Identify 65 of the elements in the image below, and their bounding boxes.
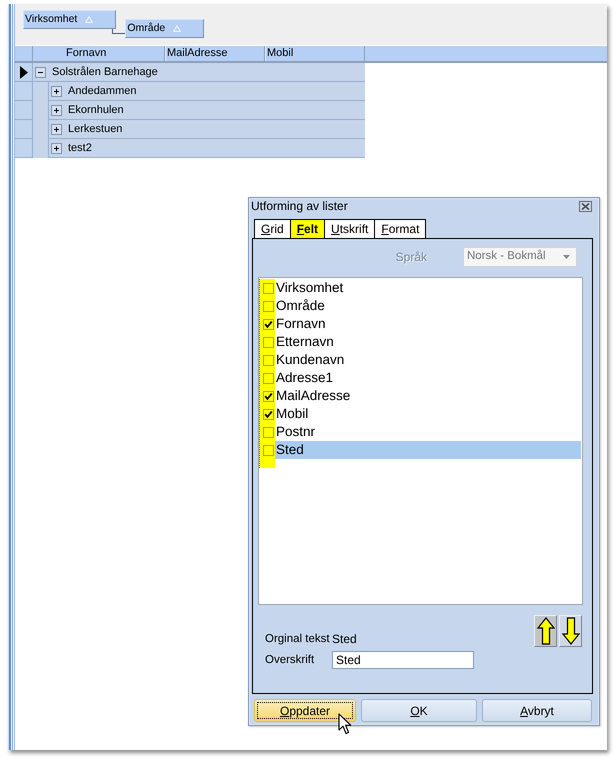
tab[interactable]: Utskrift: [324, 219, 376, 238]
tree-row[interactable]: Solstrålen Barnehage: [33, 63, 365, 82]
arrow-down-icon: [562, 617, 580, 645]
expand-icon[interactable]: [51, 86, 62, 96]
column-header[interactable]: Fornavn: [33, 46, 165, 61]
tree-row[interactable]: Lerkestuen: [49, 120, 365, 139]
dialog-button[interactable]: Avbryt: [482, 699, 592, 722]
tree-row[interactable]: Ekornhulen: [49, 101, 365, 120]
row-label: Andedammen: [68, 84, 136, 98]
checkbox[interactable]: [263, 300, 274, 312]
group-connector-line: [112, 29, 126, 34]
checkbox[interactable]: [263, 426, 274, 438]
checkbox[interactable]: [263, 336, 274, 348]
expand-icon[interactable]: [51, 104, 62, 116]
close-icon[interactable]: [579, 201, 592, 212]
tree-indent-cell: [33, 139, 49, 158]
tree-row[interactable]: Andedammen: [49, 82, 365, 101]
checkbox[interactable]: [263, 354, 274, 366]
sort-ascending-icon: [85, 16, 94, 23]
tab[interactable]: Grid: [254, 219, 291, 238]
arrow-up-icon: [536, 617, 554, 645]
field-label[interactable]: Adresse1: [275, 369, 581, 387]
heading-label: Overskrift: [265, 653, 316, 667]
column-header[interactable]: Mobil: [265, 46, 365, 61]
field-label[interactable]: Område: [275, 297, 581, 315]
tree-row[interactable]: test2: [49, 139, 365, 158]
field-label[interactable]: Mobil: [275, 405, 581, 423]
field-label[interactable]: Postnr: [275, 423, 581, 441]
row-label: Lerkestuen: [68, 122, 122, 136]
tab[interactable]: Felt: [290, 219, 326, 238]
move-up-button[interactable]: [534, 615, 557, 647]
group-by-chip[interactable]: Område: [125, 19, 204, 38]
original-text-label: Orginal tekst: [265, 632, 331, 646]
dialog-title: Utforming av lister: [251, 199, 348, 214]
field-label[interactable]: Kundenavn: [275, 351, 581, 369]
row-label: test2: [68, 141, 92, 155]
group-by-chip[interactable]: Virksomhet: [23, 10, 116, 29]
column-header[interactable]: MailAdresse: [165, 46, 265, 61]
sort-ascending-icon: [173, 25, 182, 32]
field-label[interactable]: MailAdresse: [275, 387, 581, 405]
checkbox[interactable]: [263, 318, 274, 330]
checkbox[interactable]: [263, 390, 274, 402]
field-label[interactable]: Etternavn: [275, 333, 581, 351]
dialog-button[interactable]: OK: [361, 699, 477, 722]
current-row-icon: [20, 66, 28, 78]
dialog-button[interactable]: Oppdater: [254, 699, 356, 722]
mouse-cursor-icon: [338, 713, 352, 735]
field-label[interactable]: Virksomhet: [275, 279, 581, 297]
row-label: Ekornhulen: [68, 103, 124, 117]
checkbox[interactable]: [263, 408, 274, 420]
heading-input[interactable]: Sted: [332, 651, 474, 669]
move-down-button[interactable]: [559, 615, 582, 647]
expand-icon[interactable]: [51, 124, 62, 134]
original-text-value: Sted: [332, 632, 357, 646]
collapse-icon[interactable]: [35, 66, 46, 78]
checkbox[interactable]: [263, 282, 274, 294]
language-label: Språk: [396, 250, 427, 264]
tree-indent-cell: [33, 82, 49, 101]
field-label[interactable]: Sted: [275, 441, 581, 459]
checkbox[interactable]: [263, 372, 274, 384]
tab[interactable]: Format: [374, 219, 426, 238]
field-label[interactable]: Fornavn: [275, 315, 581, 333]
expand-icon[interactable]: [51, 142, 62, 154]
row-label: Solstrålen Barnehage: [52, 65, 158, 79]
checkbox[interactable]: [263, 444, 274, 456]
